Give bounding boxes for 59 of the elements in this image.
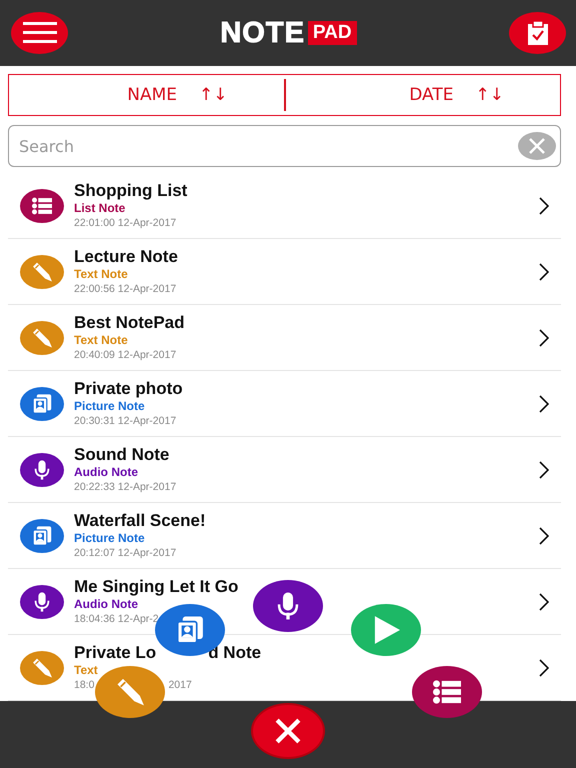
search-field[interactable]: Search <box>8 125 561 167</box>
logo-text: NOTE <box>220 17 305 49</box>
logo-badge: PAD <box>308 21 357 45</box>
note-title: Lecture Note <box>74 246 178 266</box>
note-title: Private photo <box>74 378 183 398</box>
note-date: 20:40:09 12-Apr-2017 <box>74 348 176 362</box>
note-title: Best NotePad <box>74 312 185 332</box>
chevron-right-icon <box>539 196 549 214</box>
pencil-icon <box>32 328 52 348</box>
chevron-right-icon <box>539 328 549 346</box>
note-title: Private Lo <box>74 642 156 662</box>
note-row[interactable]: Sound Note Audio Note 20:22:33 12-Apr-2017 <box>8 437 561 503</box>
chevron-right-icon <box>539 460 549 478</box>
note-title: Me Singing Let It Go <box>74 576 238 596</box>
note-date: 2017 <box>168 678 192 692</box>
note-row[interactable]: Lecture Note Text Note 22:00:56 12-Apr-2017 <box>8 239 561 305</box>
note-type: Audio Note <box>74 464 138 480</box>
note-row[interactable]: Shopping List List Note 22:01:00 12-Apr-2017 <box>8 173 561 239</box>
chevron-right-icon <box>539 658 549 676</box>
note-title: Sound Note <box>74 444 170 464</box>
note-type: Text <box>74 662 98 678</box>
note-type: Text Note <box>74 332 128 348</box>
close-icon <box>275 718 301 744</box>
note-type: Audio Note <box>74 596 138 612</box>
note-date: 18:0 <box>74 678 94 692</box>
note-row[interactable]: Private photo Picture Note 20:30:31 12-Apr-2017 <box>8 371 561 437</box>
pencil-icon <box>116 678 144 706</box>
note-row[interactable]: Best NotePad Text Note 20:40:09 12-Apr-2017 <box>8 305 561 371</box>
chevron-right-icon <box>539 592 549 610</box>
note-date: 20:30:31 12-Apr-2017 <box>74 414 176 428</box>
pictures-icon <box>32 394 52 414</box>
note-title: Shopping List <box>74 180 188 200</box>
pictures-icon <box>176 616 204 644</box>
sort-button[interactable]: NAME ↑↓ <box>9 75 284 115</box>
pictures-icon <box>32 526 52 546</box>
list-icon <box>433 678 461 706</box>
clipboard-check-icon <box>526 20 548 46</box>
note-date: 20:22:33 12-Apr-2017 <box>74 480 176 494</box>
sort-button[interactable]: DATE ↑↓ <box>286 75 560 115</box>
note-type: Picture Note <box>74 530 145 546</box>
note-type: Text Note <box>74 266 128 282</box>
note-date: 22:00:56 12-Apr-2017 <box>74 282 176 296</box>
list-icon <box>32 196 52 216</box>
note-title: Waterfall Scene! <box>74 510 206 530</box>
microphone-icon <box>32 592 52 612</box>
note-row[interactable]: Waterfall Scene! Picture Note 20:12:07 12-Apr-2017 <box>8 503 561 569</box>
pencil-icon <box>32 658 52 678</box>
play-icon <box>372 616 400 644</box>
pencil-icon <box>32 262 52 282</box>
note-date: 20:12:07 12-Apr-2017 <box>74 546 176 560</box>
microphone-icon <box>32 460 52 480</box>
note-type: Picture Note <box>74 398 145 414</box>
chevron-right-icon <box>539 526 549 544</box>
note-date: 18:04:36 12-Apr-2 <box>74 612 159 626</box>
note-date: 22:01:00 12-Apr-2017 <box>74 216 176 230</box>
chevron-right-icon <box>539 262 549 280</box>
menu-icon <box>22 22 56 44</box>
note-type: List Note <box>74 200 126 216</box>
chevron-right-icon <box>539 394 549 412</box>
